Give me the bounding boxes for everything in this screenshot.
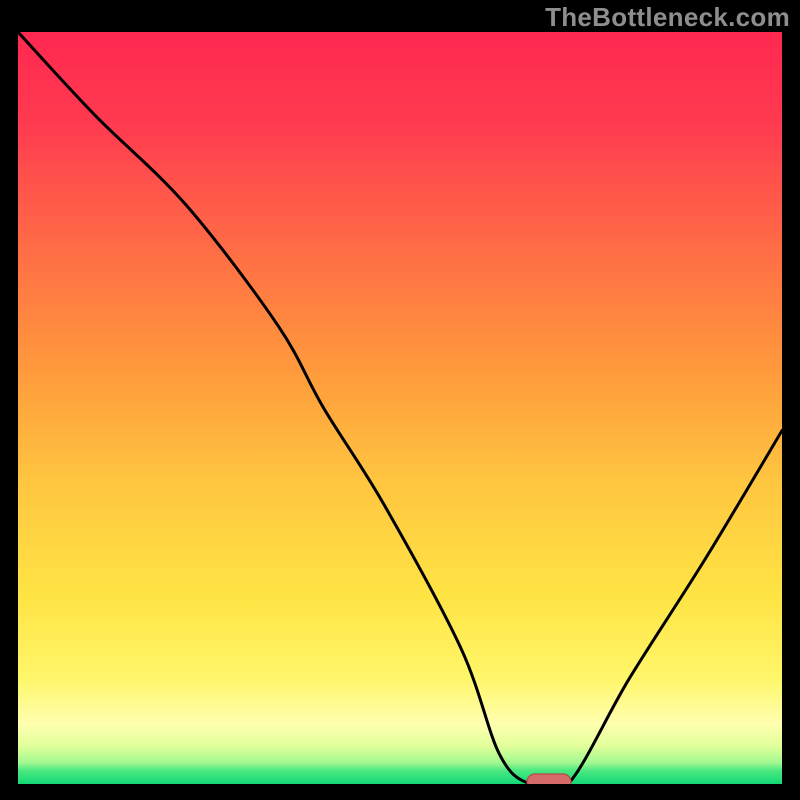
chart-svg	[18, 32, 782, 784]
watermark-text: TheBottleneck.com	[545, 2, 790, 33]
plot-area	[18, 32, 782, 784]
chart-container: TheBottleneck.com	[0, 0, 800, 800]
optimal-marker	[527, 774, 571, 784]
gradient-background	[18, 32, 782, 784]
